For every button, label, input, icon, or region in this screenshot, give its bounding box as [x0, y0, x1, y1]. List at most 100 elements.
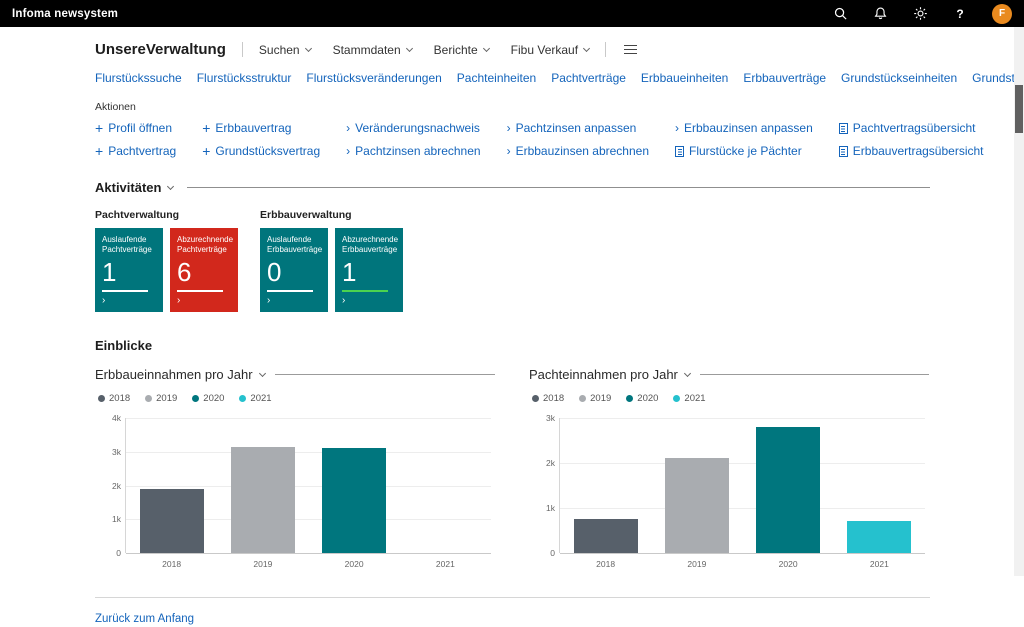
legend-item-2019[interactable]: 2019 — [145, 393, 177, 404]
action-pachtvertragsubersicht[interactable]: Pachtvertragsübersicht — [839, 121, 984, 135]
x-axis-label: 2021 — [436, 559, 455, 569]
topbar: Infoma newsystem ? F — [0, 0, 1024, 27]
chart-title-dropdown[interactable]: Pachteinnahmen pro Jahr — [529, 367, 690, 382]
tile-arrow-icon: › — [102, 296, 156, 306]
bar-2019[interactable] — [231, 447, 295, 553]
action-label: Veränderungsnachweis — [355, 121, 480, 135]
legend-item-2021[interactable]: 2021 — [239, 393, 271, 404]
tile-groups: Pachtverwaltung Auslaufende Pachtverträge… — [95, 209, 930, 312]
bar-2021[interactable] — [847, 521, 911, 553]
tile-auslaufende-pachtvertrage[interactable]: Auslaufende Pachtverträge1› — [95, 228, 163, 312]
action-profil-offnen[interactable]: +Profil öffnen — [95, 121, 176, 135]
nav-link-erbbauvertrage[interactable]: Erbbauverträge — [743, 71, 826, 85]
tile-abzurechnende-erbbauvertrage[interactable]: Abzurechnende Erbbauverträge1› — [335, 228, 403, 312]
nav-link-flurstuckssuche[interactable]: Flurstückssuche — [95, 71, 182, 85]
header-row: UnsereVerwaltung Suchen Stammdaten Bericht… — [95, 41, 930, 58]
bar-2020[interactable] — [756, 427, 820, 553]
top-menus: Suchen Stammdaten Berichte Fibu Verkauf — [259, 43, 589, 57]
menu-label: Suchen — [259, 43, 300, 57]
search-icon[interactable] — [832, 6, 848, 22]
plus-icon: + — [95, 146, 103, 156]
y-axis-tick: 1k — [530, 503, 555, 513]
action-label: Profil öffnen — [108, 121, 172, 135]
plus-icon: + — [202, 146, 210, 156]
action-pachtzinsen-abrechnen[interactable]: ›Pachtzinsen abrechnen — [346, 144, 480, 158]
nav-link-pachtvertrage[interactable]: Pachtverträge — [551, 71, 626, 85]
nav-link-flurstucksveranderungen[interactable]: Flurstücksveränderungen — [306, 71, 441, 85]
bar-2018[interactable] — [140, 489, 204, 553]
legend-dot — [239, 395, 246, 402]
nav-link-grundstuckseinheiten[interactable]: Grundstückseinheiten — [841, 71, 957, 85]
legend-item-2019[interactable]: 2019 — [579, 393, 611, 404]
action-veranderungsnachweis[interactable]: › Veränderungsnachweis — [346, 121, 480, 135]
bars-row: 2018201920202021 — [560, 418, 925, 553]
action-pachtzinsen-anpassen[interactable]: ›Pachtzinsen anpassen — [507, 121, 649, 135]
chevron-right-icon: › — [507, 123, 511, 133]
nav-link-pachteinheiten[interactable]: Pachteinheiten — [457, 71, 536, 85]
action-label: Erbbauzinsen anpassen — [684, 121, 813, 135]
legend-item-2018[interactable]: 2018 — [98, 393, 130, 404]
notifications-bell-icon[interactable] — [872, 6, 888, 22]
separator — [242, 42, 243, 57]
tile-group-label: Pachtverwaltung — [95, 209, 238, 221]
chart-title-label: Erbbaueinnahmen pro Jahr — [95, 367, 253, 382]
charts-row: Erbbaueinnahmen pro Jahr 201820192020202… — [95, 367, 930, 575]
tiles-row: Auslaufende Erbbauverträge0›Abzurechnend… — [260, 228, 403, 312]
insights-title: Einblicke — [95, 338, 930, 353]
actions-label: Aktionen — [95, 101, 930, 113]
back-to-top-link[interactable]: Zurück zum Anfang — [95, 613, 194, 625]
nav-link-flurstucksstruktur[interactable]: Flurstücksstruktur — [197, 71, 292, 85]
bar-slot-2020: 2020 — [309, 418, 400, 553]
activities-head: Aktivitäten — [95, 180, 930, 195]
menu-berichte[interactable]: Berichte — [434, 43, 489, 57]
action-flurstucke-je-pachter[interactable]: Flurstücke je Pächter — [675, 144, 813, 158]
activities-title[interactable]: Aktivitäten — [95, 180, 173, 195]
chart-title-dropdown[interactable]: Erbbaueinnahmen pro Jahr — [95, 367, 265, 382]
action-label: Flurstücke je Pächter — [689, 144, 802, 158]
action-erbbauvertragsubersicht[interactable]: Erbbauvertragsübersicht — [839, 144, 984, 158]
legend-item-2020[interactable]: 2020 — [626, 393, 658, 404]
company-title[interactable]: UnsereVerwaltung — [95, 41, 226, 58]
legend-item-2021[interactable]: 2021 — [673, 393, 705, 404]
avatar[interactable]: F — [992, 4, 1012, 24]
y-axis-tick: 4k — [96, 413, 121, 423]
nav-row: Flurstückssuche Flurstücksstruktur Flurstü… — [95, 71, 930, 85]
action-erbbauvertrag[interactable]: +Erbbauvertrag — [202, 121, 320, 135]
action-label: Erbbauvertrag — [215, 121, 291, 135]
bar-2020[interactable] — [322, 448, 386, 553]
action-erbbauzinsen-abrechnen[interactable]: ›Erbbauzinsen abrechnen — [507, 144, 649, 158]
bar-2018[interactable] — [574, 519, 638, 553]
action-erbbauzinsen-anpassen[interactable]: ›Erbbauzinsen anpassen — [675, 121, 813, 135]
bars-row: 2018201920202021 — [126, 418, 491, 553]
vertical-scrollbar[interactable] — [1014, 27, 1024, 576]
chevron-down-icon — [583, 44, 590, 51]
bar-slot-2018: 2018 — [126, 418, 217, 553]
menu-suchen[interactable]: Suchen — [259, 43, 311, 57]
tile-auslaufende-erbbauvertrage[interactable]: Auslaufende Erbbauverträge0› — [260, 228, 328, 312]
tile-title: Abzurechnende Pachtverträge — [177, 235, 231, 256]
legend-item-2018[interactable]: 2018 — [532, 393, 564, 404]
help-icon[interactable]: ? — [952, 6, 968, 22]
bar-chart-plot: 01k2k3k2018201920202021 — [559, 418, 925, 553]
chevron-right-icon: › — [346, 123, 350, 133]
activities-title-label: Aktivitäten — [95, 180, 161, 195]
legend-label: 2020 — [637, 393, 658, 404]
action-pachtvertrag[interactable]: +Pachtvertrag — [95, 144, 176, 158]
hamburger-menu-icon[interactable] — [624, 45, 637, 55]
bar-slot-2018: 2018 — [560, 418, 651, 553]
settings-gear-icon[interactable] — [912, 6, 928, 22]
gridline — [560, 553, 925, 554]
menu-fibu-verkauf[interactable]: Fibu Verkauf — [511, 43, 589, 57]
legend-label: 2021 — [250, 393, 271, 404]
footer: Zurück zum Anfang — [95, 597, 930, 627]
action-grundstucksvertrag[interactable]: +Grundstücksvertrag — [202, 144, 320, 158]
x-axis-label: 2018 — [162, 559, 181, 569]
legend-item-2020[interactable]: 2020 — [192, 393, 224, 404]
tile-underline — [342, 290, 388, 292]
tile-abzurechnende-pachtvertrage[interactable]: Abzurechnende Pachtverträge6› — [170, 228, 238, 312]
tile-title: Abzurechnende Erbbauverträge — [342, 235, 396, 256]
nav-link-erbbaueinheiten[interactable]: Erbbaueinheiten — [641, 71, 728, 85]
bar-2019[interactable] — [665, 458, 729, 553]
menu-stammdaten[interactable]: Stammdaten — [333, 43, 412, 57]
scrollbar-thumb[interactable] — [1015, 85, 1023, 133]
